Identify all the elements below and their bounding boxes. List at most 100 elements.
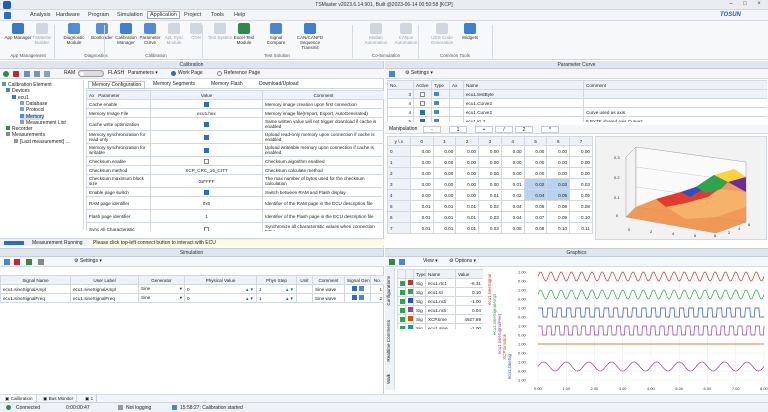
param-value[interactable]: XCP_CRC_16_CITT — [150, 165, 263, 175]
refresh-icon[interactable] — [24, 71, 30, 77]
ribbon-button-12[interactable]: Matlab Automation — [362, 23, 390, 45]
param-value[interactable]: 1 — [150, 209, 263, 223]
signal-gen-icon[interactable] — [351, 295, 357, 300]
visible-cell[interactable] — [397, 278, 406, 288]
tree-item[interactable]: Calibration Element — [2, 82, 52, 88]
gear-icon[interactable] — [358, 286, 364, 291]
spin-icon[interactable]: ▲▼ — [245, 287, 254, 292]
grid-cell[interactable]: 0.05 — [546, 189, 571, 201]
grid-cell[interactable]: 0.04 — [523, 189, 548, 201]
grid-cell[interactable]: 0.05 — [500, 222, 525, 234]
tree-item[interactable]: Measurement List — [20, 119, 66, 126]
save-icon[interactable] — [34, 71, 40, 77]
menu-simulation[interactable]: Simulation — [117, 12, 143, 18]
signal-row[interactable]: Sig XCP.time 4927.89 — [397, 314, 483, 324]
sim-settings-dropdown[interactable]: ⚙ Settings ▾ — [74, 258, 102, 264]
grid-cell[interactable]: 0.00 — [523, 156, 548, 168]
active-checkbox[interactable] — [420, 100, 425, 106]
phys-step[interactable]: 1 ▲▼ — [256, 293, 297, 303]
grid-cell[interactable]: 0.00 — [478, 145, 502, 157]
color-cell[interactable] — [405, 314, 414, 324]
table-row[interactable]: RAM page identifier 0x0 Identifier of the … — [86, 196, 384, 210]
grid-cell[interactable]: 0.09 — [546, 211, 571, 223]
spin-icon[interactable]: ▲▼ — [285, 296, 294, 301]
add-signal-icon[interactable] — [4, 259, 10, 265]
menu-help[interactable]: Help — [234, 12, 245, 18]
visible-cell[interactable] — [397, 296, 406, 306]
color-cell[interactable] — [405, 305, 414, 315]
table-row[interactable]: 4 ecu1.Curve2 — [387, 98, 767, 108]
signal-row[interactable]: Sig ecu1.ncti 0.04 — [397, 305, 483, 315]
grid-cell[interactable]: 0.01 — [409, 222, 434, 234]
table-row[interactable]: 5 ecu1.KL2 8 BYTE shared axis Curve2 — [387, 116, 767, 122]
side-tab-walk[interactable]: Walk — [386, 374, 391, 384]
menu-project[interactable]: Project — [184, 12, 201, 18]
grid-cell[interactable]: 0.00 — [523, 167, 548, 179]
col-header[interactable]: Active — [413, 80, 432, 90]
grid-cell[interactable]: 0.05 — [569, 189, 593, 201]
ribbon-button-10[interactable]: Signal Compare — [262, 23, 290, 45]
table-row[interactable]: ecu1.sineSignalAmpl ecu1.sineSignalAmpl Si… — [0, 284, 384, 294]
signal-color-swatch[interactable] — [408, 298, 413, 303]
grid-cell[interactable]: 0.00 — [500, 156, 525, 168]
grid-cell[interactable]: 0.01 — [478, 189, 502, 201]
signal-chart[interactable]: 1.00 0.00 1.00 0.00 1.00 0.00 1.00 0.00 1.00 0.00… — [516, 268, 768, 395]
close-icon[interactable]: × — [754, 1, 764, 9]
active-checkbox[interactable] — [420, 109, 425, 115]
param-checkbox[interactable] — [204, 134, 209, 140]
grid-cell[interactable]: 0.02 — [478, 200, 502, 212]
reference-page-radio[interactable] — [217, 71, 222, 76]
param-value[interactable] — [150, 117, 263, 131]
param-checkbox[interactable] — [204, 226, 209, 231]
param-value[interactable] — [150, 187, 263, 197]
manipulation-field[interactable]: 1 — [449, 126, 467, 133]
grid-cell[interactable]: 0.00 — [409, 167, 434, 179]
tree-item[interactable]: Devices — [6, 88, 30, 94]
col-header[interactable]: Type — [413, 269, 426, 279]
minimize-icon[interactable]: – — [726, 1, 736, 9]
table-row[interactable]: Checksum enable Checksum algorithm enable… — [86, 156, 384, 166]
param-value[interactable] — [150, 143, 263, 157]
tree-item[interactable]: Database — [20, 100, 47, 107]
visible-checkbox[interactable] — [400, 298, 405, 304]
grid-cell[interactable]: 0.00 — [500, 145, 525, 157]
col-comment[interactable]: Comment — [262, 90, 384, 100]
disconnect-icon[interactable] — [13, 71, 19, 77]
spin-icon[interactable]: ▲▼ — [245, 296, 254, 301]
param-value[interactable] — [150, 130, 263, 144]
table-row[interactable]: ecu1.sineSignalFreq ecu1.sineSignalFreq Si… — [0, 293, 384, 303]
manipulation-field[interactable]: * — [541, 126, 559, 133]
param-value[interactable]: 0xFFFF — [150, 174, 263, 188]
grid-cell[interactable]: 0.01 — [432, 200, 457, 212]
grid-cell[interactable]: 0.03 — [478, 211, 502, 223]
grid-cell[interactable]: 0.08 — [546, 200, 571, 212]
grid-cell[interactable]: 0.03 — [569, 178, 593, 190]
fit-icon[interactable] — [399, 259, 405, 265]
visible-checkbox[interactable] — [400, 280, 405, 286]
table-row[interactable]: Sync All Characteristic Synchronize all c… — [86, 222, 384, 231]
col-header[interactable]: Signal Gen. — [344, 275, 371, 285]
connect-icon[interactable] — [3, 71, 9, 77]
signal-color-swatch[interactable] — [408, 325, 413, 329]
import-icon[interactable] — [44, 71, 50, 77]
param-checkbox[interactable] — [204, 101, 209, 107]
work-page-radio[interactable] — [171, 71, 176, 76]
tree-item[interactable]: [Last measurement] ... — [14, 138, 70, 145]
options-dropdown[interactable]: ⚙ Options ▾ — [449, 258, 476, 264]
grid-cell[interactable]: 0.07 — [523, 211, 548, 223]
col-header[interactable]: No. — [387, 80, 414, 90]
grid-cell[interactable]: 0.00 — [432, 167, 457, 179]
ribbon-button-14[interactable]: UDS Code Generation — [428, 23, 456, 45]
grid-cell[interactable]: 0.00 — [409, 156, 434, 168]
table-row[interactable]: Enable page switch Switch between RAM and… — [86, 187, 384, 197]
generator-select[interactable]: Sine ▾ — [138, 284, 185, 294]
tab-download-upload[interactable]: Download/Upload — [256, 81, 301, 87]
menu-tools[interactable]: Tools — [211, 12, 224, 18]
grid-cell[interactable]: 0.00 — [478, 167, 502, 179]
tree-item[interactable]: Recorder — [6, 126, 33, 132]
signal-row[interactable]: Sig ecu1.tri 0.10 — [397, 287, 483, 297]
stop-simulation-icon[interactable] — [38, 259, 44, 265]
visible-checkbox[interactable] — [400, 316, 405, 322]
table-row[interactable]: Memory Image File ecu1.hex Memory image fi… — [86, 108, 384, 118]
menu-hardware[interactable]: Hardware — [56, 12, 80, 18]
